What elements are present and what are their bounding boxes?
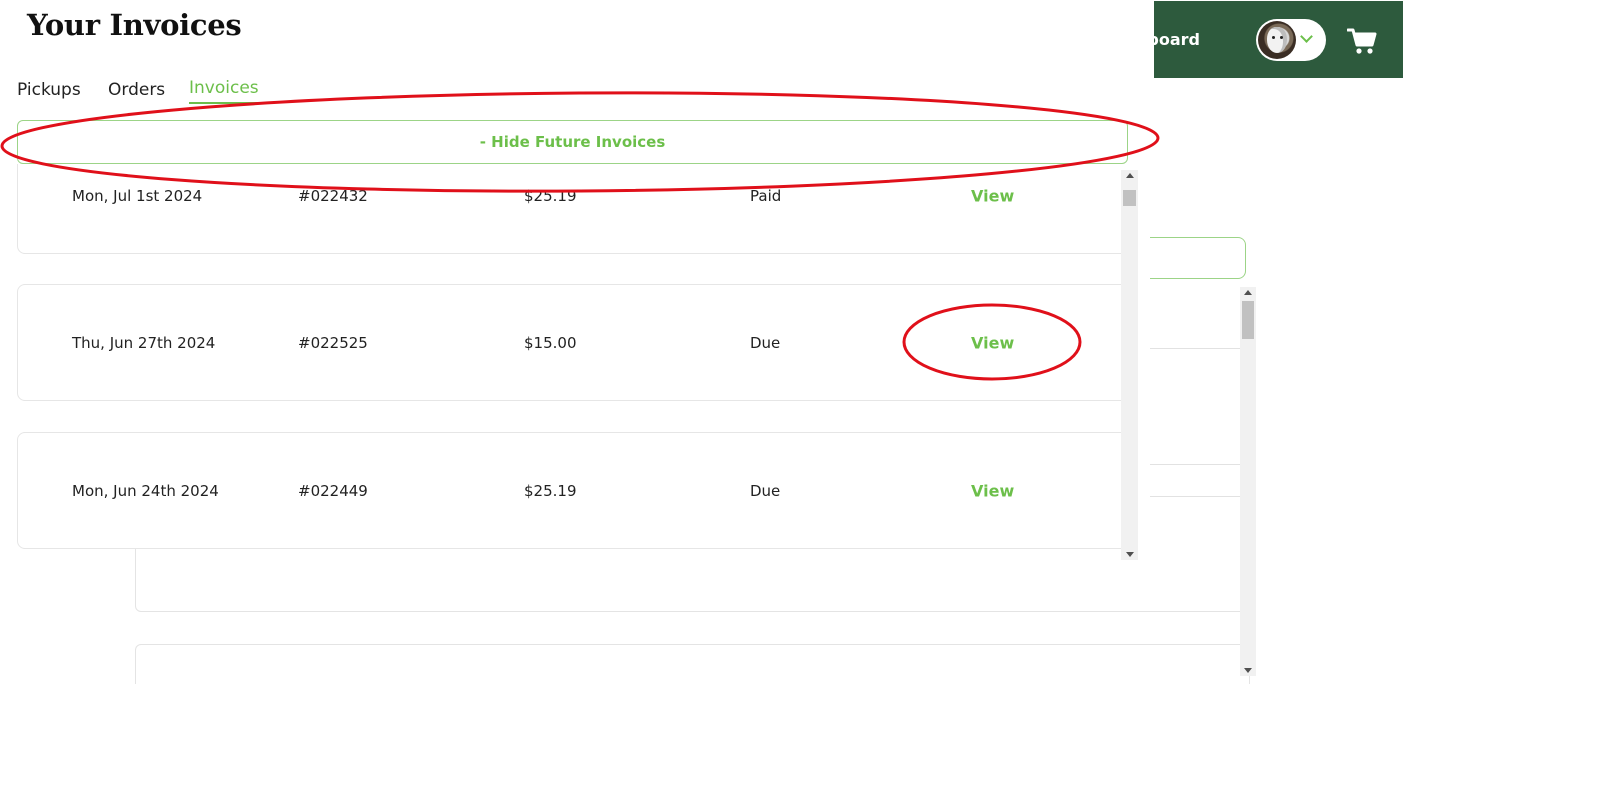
invoice-list: Mon, Jul 1st 2024 #022432 $25.19 Paid Vi… <box>17 164 1138 560</box>
scroll-down-arrow-icon[interactable] <box>1244 668 1252 673</box>
invoice-date: Mon, Jun 24th 2024 <box>72 481 219 500</box>
background-divider <box>1150 496 1240 497</box>
hide-future-invoices-button[interactable]: - Hide Future Invoices <box>17 120 1128 164</box>
invoice-date: Thu, Jun 27th 2024 <box>72 333 216 352</box>
shopping-cart-icon[interactable] <box>1347 27 1377 55</box>
invoice-number: #022432 <box>298 186 368 205</box>
background-toggle-bar[interactable] <box>1150 237 1246 279</box>
invoice-row: Mon, Jun 24th 2024 #022449 $25.19 Due Vi… <box>17 432 1138 549</box>
tab-pickups[interactable]: Pickups <box>17 80 81 100</box>
scroll-up-arrow-icon[interactable] <box>1126 173 1134 178</box>
invoice-amount: $25.19 <box>524 186 577 205</box>
page-title: Your Invoices <box>27 8 242 42</box>
background-card <box>135 644 1250 684</box>
invoice-amount: $15.00 <box>524 333 577 352</box>
view-invoice-link[interactable]: View <box>971 481 1014 500</box>
invoice-status: Due <box>750 333 781 352</box>
active-tab-underline <box>189 102 262 104</box>
invoice-date: Mon, Jul 1st 2024 <box>72 186 203 205</box>
user-avatar <box>1258 21 1296 59</box>
dog-eye-graphic <box>1280 36 1283 39</box>
scroll-down-arrow-icon[interactable] <box>1126 552 1134 557</box>
scroll-up-arrow-icon[interactable] <box>1244 290 1252 295</box>
invoice-status: Paid <box>750 186 782 205</box>
invoice-amount: $25.19 <box>524 481 577 500</box>
user-menu-toggle[interactable] <box>1256 19 1326 61</box>
scrollbar-thumb[interactable] <box>1242 301 1254 339</box>
background-scrollbar[interactable] <box>1240 287 1256 676</box>
tab-invoices[interactable]: Invoices <box>189 78 259 98</box>
background-divider <box>1150 348 1240 349</box>
chevron-down-icon <box>1300 30 1313 43</box>
invoice-row: Mon, Jul 1st 2024 #022432 $25.19 Paid Vi… <box>17 164 1138 254</box>
page: Your Invoices Dashboard Pickups Orders I… <box>0 0 1600 801</box>
invoice-row: Thu, Jun 27th 2024 #022525 $15.00 Due Vi… <box>17 284 1138 401</box>
view-invoice-link[interactable]: View <box>971 333 1014 352</box>
header-bar: Dashboard <box>1154 1 1403 78</box>
invoice-status: Due <box>750 481 781 500</box>
hide-future-invoices-label: - Hide Future Invoices <box>479 133 666 151</box>
invoice-number: #022525 <box>298 333 368 352</box>
background-divider <box>1150 464 1240 465</box>
dashboard-link[interactable]: Dashboard <box>1154 30 1200 49</box>
invoice-list-scrollbar[interactable] <box>1121 170 1138 560</box>
view-invoice-link[interactable]: View <box>971 186 1014 205</box>
scrollbar-thumb[interactable] <box>1123 190 1136 206</box>
dog-eye-graphic <box>1272 36 1275 39</box>
dog-face-graphic <box>1267 27 1287 53</box>
tab-orders[interactable]: Orders <box>108 80 165 100</box>
invoice-number: #022449 <box>298 481 368 500</box>
